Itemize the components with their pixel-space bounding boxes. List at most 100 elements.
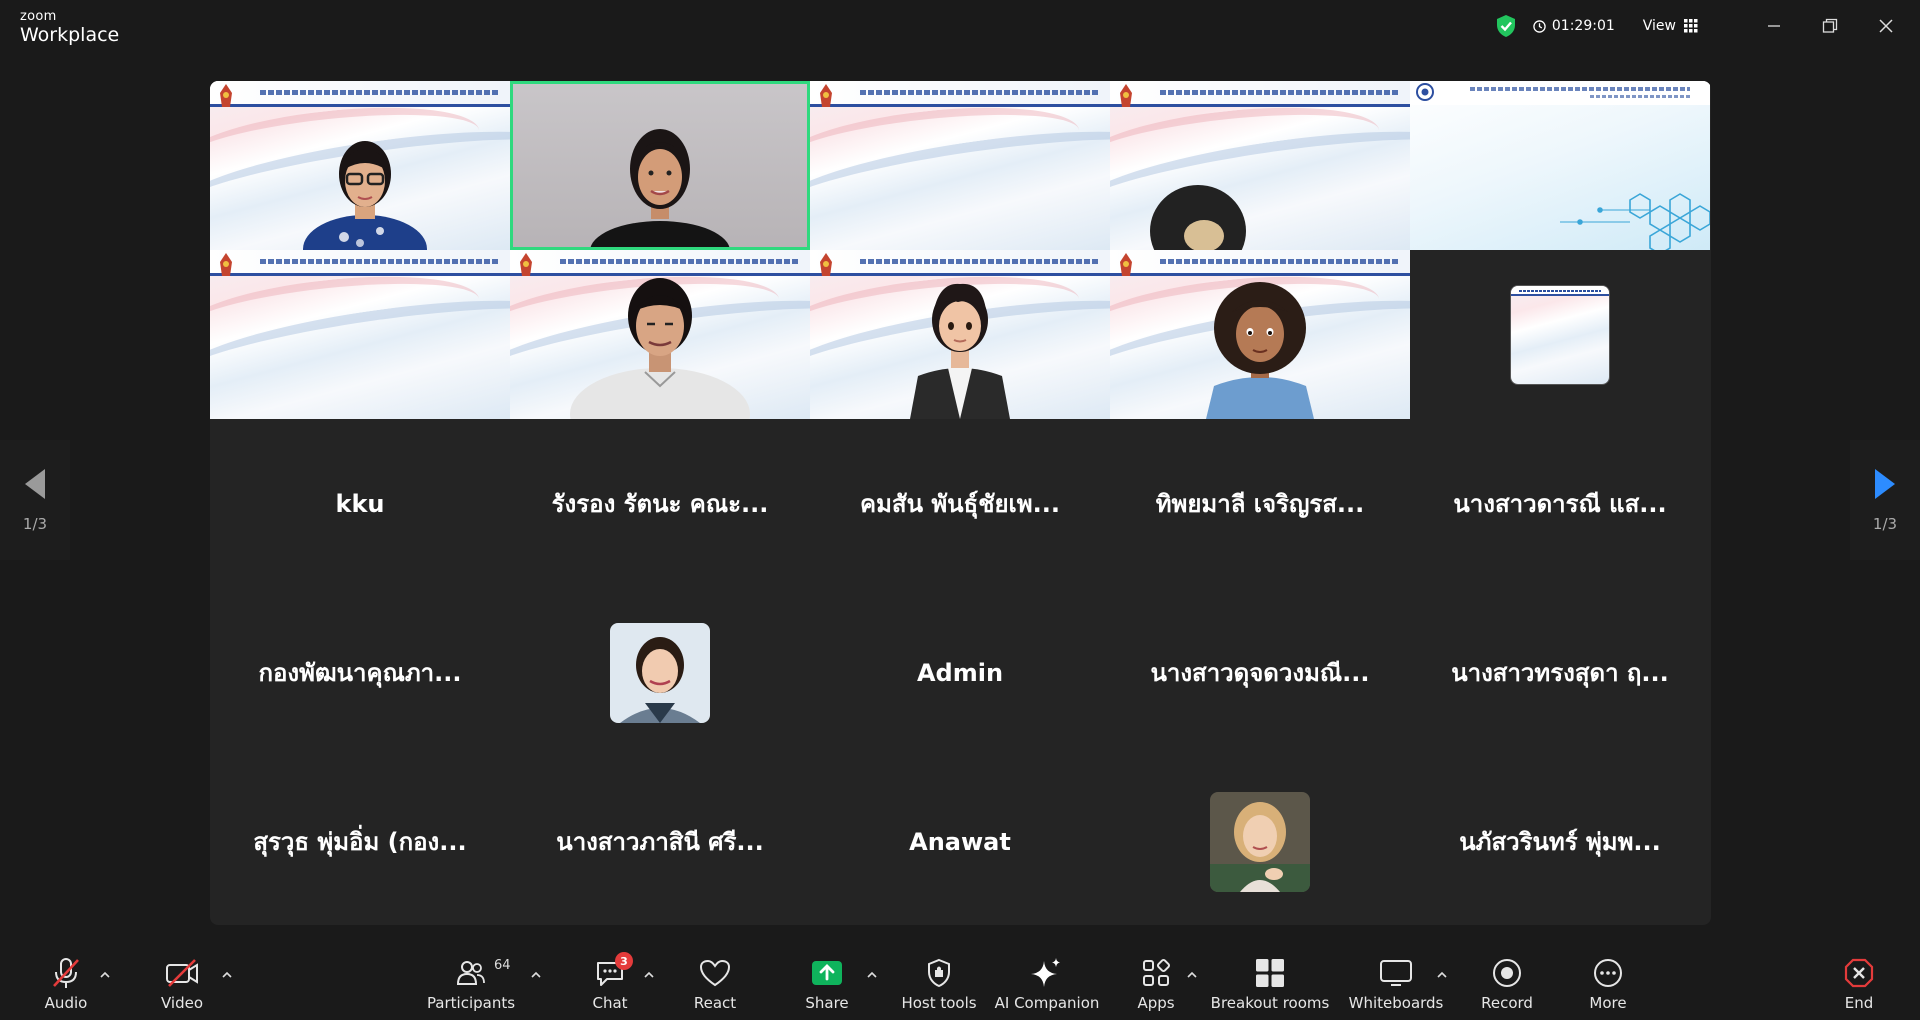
restore-button[interactable] [1802,0,1858,52]
audio-button[interactable]: Audio [38,944,94,1020]
video-button[interactable]: Video [152,944,212,1020]
whiteboards-options-caret[interactable] [1434,966,1450,982]
view-button[interactable]: View [1643,18,1698,34]
video-options-caret[interactable] [219,966,235,982]
breakout-rooms-button[interactable]: Breakout rooms [1211,944,1329,1020]
apps-icon [1143,958,1171,986]
participant-name: kku [335,489,385,518]
participant-tile[interactable]: รังรอง รัตนะ คณะ... [510,419,810,588]
participant-tile[interactable]: นางสาวดุจดวงมณี... [1110,588,1410,757]
emblem-icon [220,84,232,107]
share-button[interactable]: Share [804,944,850,1020]
video-tile[interactable] [1410,250,1710,419]
camera-off-icon [166,959,198,987]
next-page-button[interactable]: 1/3 [1850,440,1920,560]
audio-label: Audio [44,994,88,1012]
participant-tile[interactable]: Admin [810,588,1110,757]
ai-companion-button[interactable]: AI Companion [994,944,1100,1020]
whiteboards-label: Whiteboards [1348,994,1444,1012]
sparkle-icon [1031,958,1060,987]
emblem-icon [1120,253,1132,276]
video-tile[interactable] [210,81,510,250]
more-label: More [1589,994,1627,1012]
participant-name: รังรอง รัตนะ คณะ... [551,490,769,518]
meeting-toolbar: Audio Video 64 Participants 3 Chat React… [0,944,1920,1020]
avatar-video [1206,282,1314,419]
participant-avatar [1510,284,1610,385]
whiteboards-button[interactable]: Whiteboards [1348,944,1444,1020]
video-tile[interactable] [810,250,1110,419]
participant-tile[interactable]: ทิพยมาลี เจริญรส... [1110,419,1410,588]
emblem-icon [1416,83,1434,101]
share-options-caret[interactable] [864,966,880,982]
participant-name: Admin [916,658,1004,687]
emblem-icon [1120,84,1132,107]
heart-icon [699,959,731,987]
participant-tile[interactable] [510,588,810,757]
emblem-icon [820,253,832,276]
participant-tile[interactable]: นางสาวทรงสุดา ฤ... [1410,588,1710,757]
chat-options-caret[interactable] [641,966,657,982]
restore-icon [1822,18,1838,33]
chevron-up-icon [867,971,877,978]
participants-options-caret[interactable] [528,966,544,982]
hexagon-network-graphic [1560,193,1710,250]
arrow-right-icon [1875,469,1895,499]
chevron-up-icon [1187,971,1197,978]
host-tools-button[interactable]: Host tools [901,944,977,1020]
end-meeting-button[interactable]: End [1842,944,1876,1020]
more-icon [1594,959,1622,987]
chat-button[interactable]: 3 Chat [588,944,633,1020]
video-tile[interactable] [810,81,1110,250]
apps-button[interactable]: Apps [1136,944,1176,1020]
audio-options-caret[interactable] [97,966,113,982]
brand-small: zoom [20,9,57,24]
participant-tile[interactable]: นภัสวรินทร์ พุ่มพ... [1410,757,1710,925]
more-button[interactable]: More [1588,944,1628,1020]
video-tile-active-speaker[interactable] [510,81,810,250]
arrow-left-icon [25,469,45,499]
apps-options-caret[interactable] [1184,966,1200,982]
participant-tile[interactable]: นางสาวภาสินี ศรี... [510,757,810,925]
video-tile[interactable] [210,250,510,419]
page-indicator-right: 1/3 [1872,515,1898,533]
participant-avatar [1210,791,1310,892]
video-tile[interactable] [1110,81,1410,250]
participant-tile[interactable]: kku [210,419,510,588]
previous-page-button[interactable]: 1/3 [0,440,70,560]
emblem-icon [520,253,532,276]
participant-tile[interactable]: สุรวุธ พุ่มอิ่ม (กอง... [210,757,510,925]
whiteboard-icon [1380,960,1412,986]
participant-name: นางสาวภาสินี ศรี... [556,828,764,856]
participant-tile[interactable]: นางสาวดารณี แส... [1410,419,1710,588]
participants-count: 64 [494,958,511,973]
ai-companion-label: AI Companion [994,994,1100,1012]
encryption-shield-icon[interactable] [1495,14,1517,38]
react-label: React [693,994,737,1012]
close-button[interactable] [1858,0,1914,52]
participant-tile[interactable]: คมสัน พันธุ์ชัยเพ... [810,419,1110,588]
participant-tile[interactable]: กองพัฒนาคุณภา... [210,588,510,757]
page-indicator-left: 1/3 [22,515,48,533]
chat-label: Chat [592,994,628,1012]
participants-button[interactable]: 64 Participants [427,944,515,1020]
chevron-up-icon [531,971,541,978]
participant-avatar [610,622,710,723]
participant-video [590,129,730,250]
participant-tile[interactable]: Anawat [810,757,1110,925]
apps-label: Apps [1137,994,1175,1012]
host-tools-label: Host tools [901,994,977,1012]
video-label: Video [160,994,204,1012]
breakout-rooms-icon [1256,959,1284,987]
emblem-icon [820,84,832,107]
video-tile[interactable] [1110,250,1410,419]
react-button[interactable]: React [690,944,740,1020]
participant-name: นางสาวดารณี แส... [1453,490,1667,518]
participant-tile[interactable] [1110,757,1410,925]
end-icon [1844,958,1874,988]
chevron-up-icon [644,971,654,978]
record-button[interactable]: Record [1481,944,1533,1020]
minimize-button[interactable] [1746,0,1802,52]
video-tile[interactable] [1410,81,1710,250]
video-tile[interactable] [510,250,810,419]
